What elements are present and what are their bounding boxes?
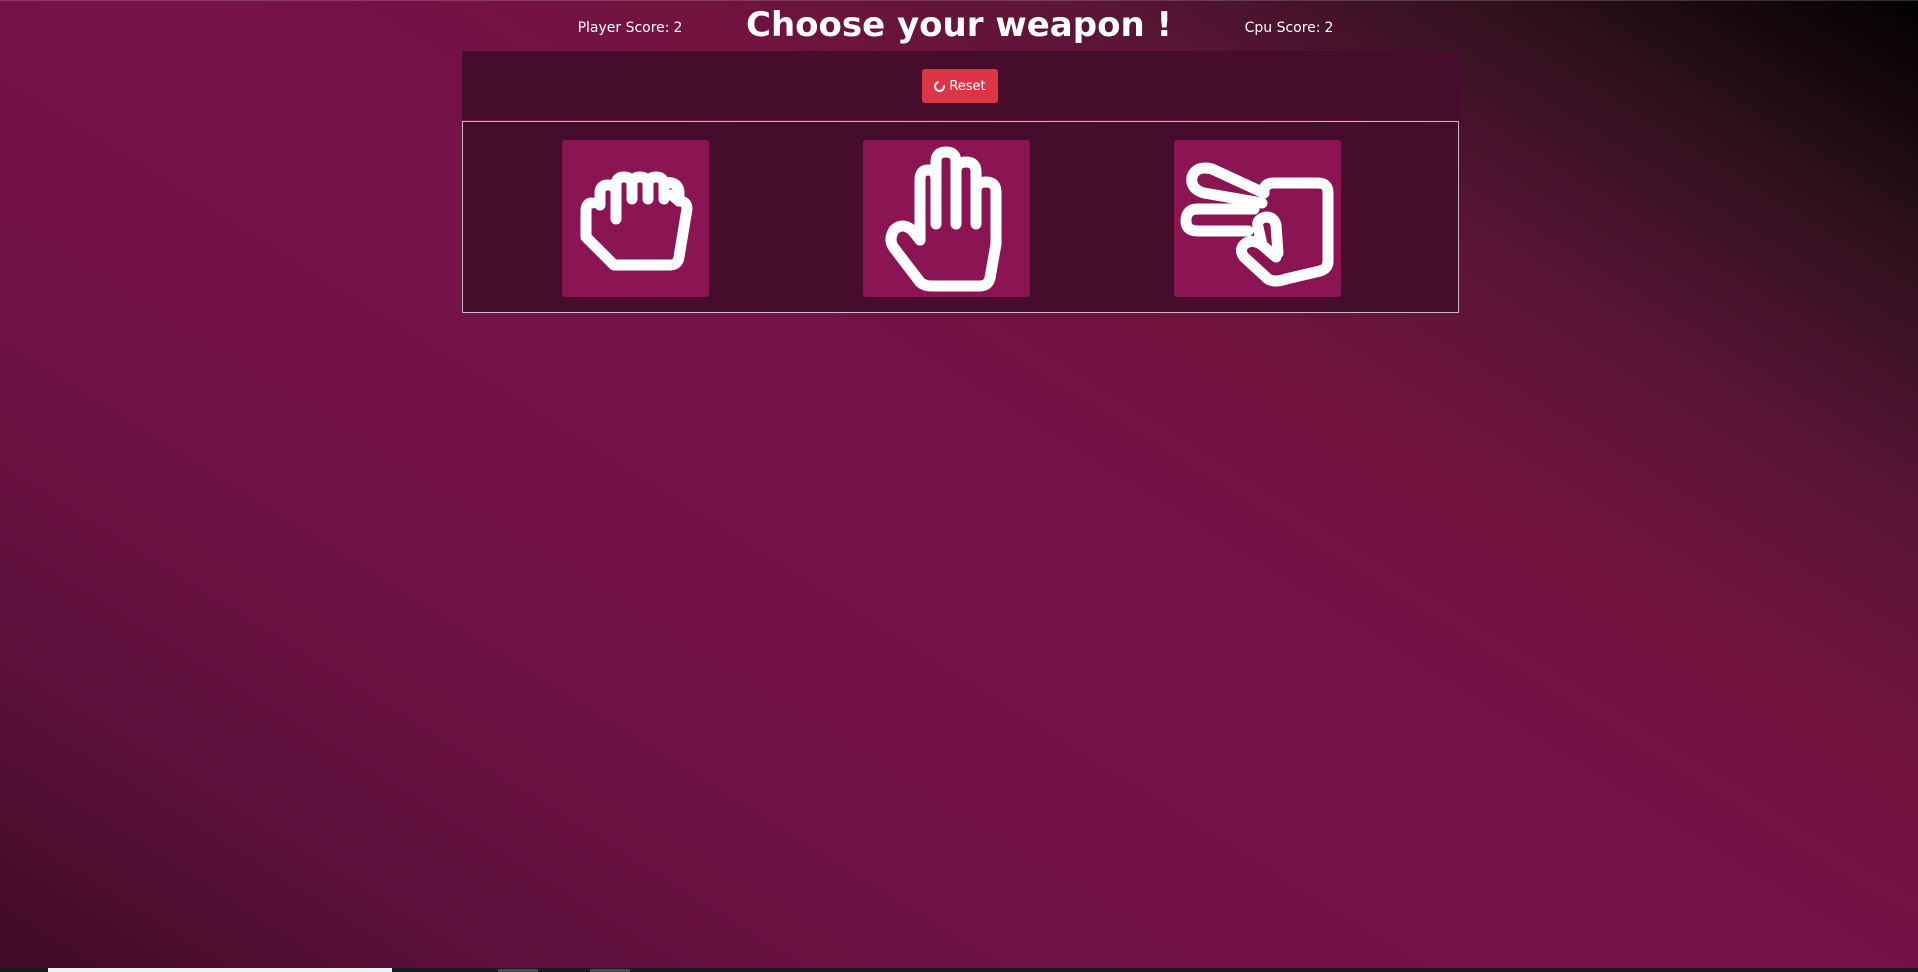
player-score-label: Player Score:: [577, 20, 670, 36]
fist-icon: [580, 171, 692, 270]
taskbar-active-app[interactable]: [48, 968, 392, 972]
page-title: Choose your weapon !: [746, 5, 1172, 45]
player-score: Player Score: 2: [530, 20, 730, 36]
rock-button[interactable]: Rock: [562, 140, 709, 297]
scissors-button[interactable]: Scissors: [1174, 140, 1341, 297]
cpu-score-label: Cpu Score:: [1244, 20, 1321, 36]
cpu-score-value: 2: [1324, 20, 1334, 36]
player-score-value: 2: [673, 20, 683, 36]
scissors-hand-icon: [1180, 162, 1333, 286]
refresh-circle-icon: [932, 78, 948, 94]
cpu-score: Cpu Score: 2: [1189, 20, 1389, 36]
reset-button[interactable]: Reset: [922, 69, 998, 103]
paper-button[interactable]: Paper: [863, 140, 1030, 297]
open-hand-icon: [885, 146, 1001, 291]
reset-button-label: Reset: [949, 78, 986, 94]
